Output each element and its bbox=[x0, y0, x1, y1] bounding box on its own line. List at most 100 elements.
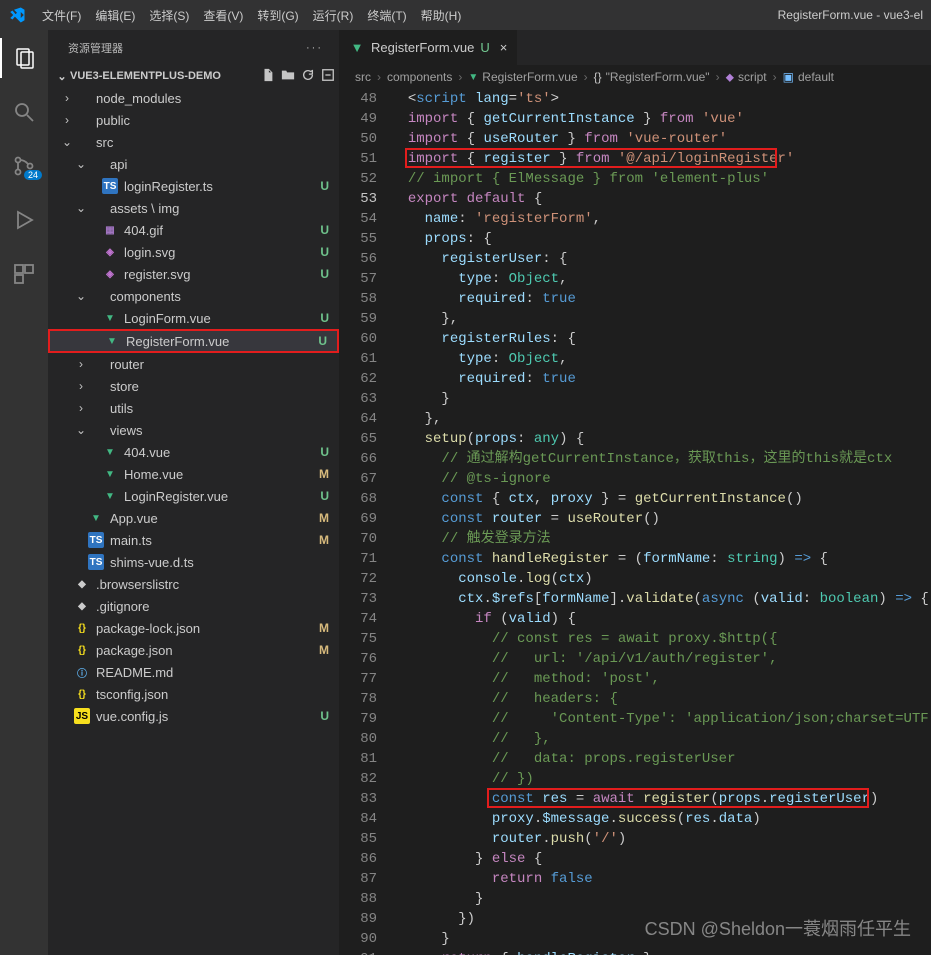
file-item[interactable]: ⓘREADME.md bbox=[48, 661, 339, 683]
chevron-down-icon: ⌄ bbox=[54, 70, 70, 83]
tab-registerform[interactable]: ▼ RegisterForm.vue U × bbox=[339, 30, 518, 65]
code-editor[interactable]: 4849505152535455565758596061626364656667… bbox=[339, 89, 931, 955]
folder-item[interactable]: ⌄ api bbox=[48, 153, 339, 175]
file-item[interactable]: ▦404.gifU bbox=[48, 219, 339, 241]
file-item[interactable]: JSvue.config.jsU bbox=[48, 705, 339, 727]
source-control-icon[interactable]: 24 bbox=[0, 146, 48, 186]
folder-item[interactable]: ›node_modules bbox=[48, 87, 339, 109]
vscode-logo-icon bbox=[8, 6, 26, 24]
folder-icon bbox=[74, 112, 90, 128]
folder-item[interactable]: ⌄assets \ img bbox=[48, 197, 339, 219]
menu-item[interactable]: 转到(G) bbox=[257, 7, 298, 24]
file-item[interactable]: ◈register.svgU bbox=[48, 263, 339, 285]
tab-label: RegisterForm.vue bbox=[371, 40, 474, 55]
file-item[interactable]: ▼RegisterForm.vueU bbox=[48, 329, 339, 353]
collapse-icon[interactable] bbox=[321, 68, 335, 85]
line-numbers: 4849505152535455565758596061626364656667… bbox=[339, 89, 391, 955]
window-title: RegisterForm.vue - vue3-el bbox=[778, 8, 923, 22]
file-label: RegisterForm.vue bbox=[126, 334, 312, 349]
menu-item[interactable]: 编辑(E) bbox=[95, 7, 135, 24]
folder-item[interactable]: › router bbox=[48, 353, 339, 375]
folder-icon bbox=[74, 90, 90, 106]
file-label: loginRegister.ts bbox=[124, 179, 314, 194]
breadcrumb-item[interactable]: ⬥script bbox=[726, 70, 767, 85]
new-folder-icon[interactable] bbox=[281, 68, 295, 85]
breadcrumb-item[interactable]: src bbox=[355, 70, 371, 84]
folder-icon bbox=[88, 288, 104, 304]
breadcrumb-item[interactable]: ▣default bbox=[783, 70, 834, 84]
file-label: utils bbox=[110, 401, 329, 416]
folder-item[interactable]: ⌄src bbox=[48, 131, 339, 153]
git-status: U bbox=[320, 179, 329, 193]
file-item[interactable]: ▼App.vueM bbox=[48, 507, 339, 529]
file-label: main.ts bbox=[110, 533, 313, 548]
menu-item[interactable]: 选择(S) bbox=[149, 7, 189, 24]
file-label: src bbox=[96, 135, 329, 150]
chevron-right-icon: › bbox=[584, 70, 588, 84]
folder-item[interactable]: ›store bbox=[48, 375, 339, 397]
folder-item[interactable]: ⌄views bbox=[48, 419, 339, 441]
chevron-right-icon: › bbox=[377, 70, 381, 84]
twist-icon: ⌄ bbox=[74, 157, 88, 171]
js-icon: JS bbox=[74, 708, 90, 724]
json-icon: {} bbox=[74, 686, 90, 702]
file-item[interactable]: ◈login.svgU bbox=[48, 241, 339, 263]
editor-area: ▼ RegisterForm.vue U × src › components › ▼R… bbox=[339, 30, 931, 955]
file-label: router bbox=[110, 357, 329, 372]
search-icon[interactable] bbox=[0, 92, 48, 132]
more-icon[interactable]: ··· bbox=[306, 42, 323, 54]
menu-item[interactable]: 文件(F) bbox=[42, 7, 81, 24]
file-item[interactable]: ▼LoginRegister.vueU bbox=[48, 485, 339, 507]
file-item[interactable]: TSloginRegister.tsU bbox=[48, 175, 339, 197]
twist-icon: › bbox=[74, 357, 88, 371]
run-debug-icon[interactable] bbox=[0, 200, 48, 240]
file-label: public bbox=[96, 113, 329, 128]
chevron-right-icon: › bbox=[773, 70, 777, 84]
breadcrumb-item[interactable]: ▼RegisterForm.vue bbox=[468, 70, 577, 84]
file-item[interactable]: {}package.jsonM bbox=[48, 639, 339, 661]
new-file-icon[interactable] bbox=[261, 68, 275, 85]
activity-bar: 24 bbox=[0, 30, 48, 955]
menu-item[interactable]: 查看(V) bbox=[203, 7, 243, 24]
menu-item[interactable]: 帮助(H) bbox=[421, 7, 462, 24]
breadcrumb-item[interactable]: {}"RegisterForm.vue" bbox=[594, 70, 710, 84]
file-item[interactable]: ◆.browserslistrc bbox=[48, 573, 339, 595]
menu-item[interactable]: 运行(R) bbox=[313, 7, 354, 24]
twist-icon: ⌄ bbox=[74, 289, 88, 303]
project-header[interactable]: ⌄ VUE3-ELEMENTPLUS-DEMO bbox=[48, 65, 339, 87]
file-tree: ›node_modules›public⌄src⌄apiTSloginRegis… bbox=[48, 87, 339, 955]
menu-item[interactable]: 终端(T) bbox=[367, 7, 406, 24]
file-label: 404.vue bbox=[124, 445, 314, 460]
explorer-icon[interactable] bbox=[0, 38, 48, 78]
file-item[interactable]: ◆.gitignore bbox=[48, 595, 339, 617]
file-label: assets \ img bbox=[110, 201, 329, 216]
code-content[interactable]: <script lang='ts'> import { getCurrentIn… bbox=[391, 89, 931, 955]
folder-item[interactable]: ›public bbox=[48, 109, 339, 131]
git-status: M bbox=[319, 533, 329, 547]
file-icon: ◆ bbox=[74, 576, 90, 592]
file-label: package.json bbox=[96, 643, 313, 658]
extensions-icon[interactable] bbox=[0, 254, 48, 294]
file-item[interactable]: {}tsconfig.json bbox=[48, 683, 339, 705]
md-icon: ⓘ bbox=[74, 664, 90, 680]
file-item[interactable]: TSshims-vue.d.ts bbox=[48, 551, 339, 573]
folder-icon bbox=[88, 422, 104, 438]
twist-icon: ⌄ bbox=[74, 423, 88, 437]
file-item[interactable]: {}package-lock.jsonM bbox=[48, 617, 339, 639]
close-icon[interactable]: × bbox=[500, 40, 508, 55]
file-item[interactable]: TSmain.tsM bbox=[48, 529, 339, 551]
scm-badge: 24 bbox=[24, 170, 42, 180]
breadcrumb-item[interactable]: components bbox=[387, 70, 452, 84]
file-item[interactable]: ▼404.vueU bbox=[48, 441, 339, 463]
sidebar-header: 资源管理器 ··· bbox=[48, 30, 339, 65]
breadcrumbs[interactable]: src › components › ▼RegisterForm.vue › {}"Regi… bbox=[339, 65, 931, 89]
file-label: shims-vue.d.ts bbox=[110, 555, 329, 570]
file-label: node_modules bbox=[96, 91, 329, 106]
folder-icon bbox=[88, 400, 104, 416]
file-label: api bbox=[110, 157, 329, 172]
refresh-icon[interactable] bbox=[301, 68, 315, 85]
file-item[interactable]: ▼LoginForm.vueU bbox=[48, 307, 339, 329]
folder-item[interactable]: ›utils bbox=[48, 397, 339, 419]
file-item[interactable]: ▼Home.vueM bbox=[48, 463, 339, 485]
folder-item[interactable]: ⌄components bbox=[48, 285, 339, 307]
